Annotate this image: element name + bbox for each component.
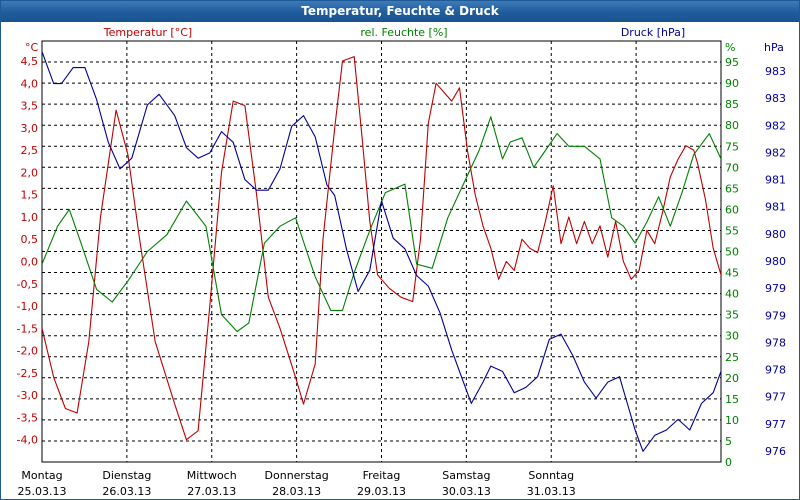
day-label: Montag — [21, 469, 62, 482]
pressure-tick-label: 982 — [765, 146, 786, 159]
date-label: 28.03.13 — [272, 485, 321, 498]
day-label: Sonntag — [528, 469, 574, 482]
day-label: Donnerstag — [265, 469, 329, 482]
pressure-tick-label: 976 — [765, 445, 786, 458]
temperature-tick-label: 4,5 — [21, 55, 39, 68]
humidity-tick-label: 50 — [725, 246, 739, 259]
temperature-tick-label: 1,0 — [21, 211, 39, 224]
date-label: 27.03.13 — [187, 485, 236, 498]
humidity-tick-label: 70 — [725, 161, 739, 174]
day-label: Mittwoch — [187, 469, 237, 482]
date-label: 26.03.13 — [102, 485, 151, 498]
humidity-tick-label: 55 — [725, 224, 739, 237]
pressure-tick-label: 977 — [765, 418, 786, 431]
day-label: Samstag — [442, 469, 490, 482]
humidity-axis-unit: % — [725, 41, 735, 54]
humidity-tick-label: 0 — [725, 456, 732, 469]
temperature-tick-label: 1,5 — [21, 189, 39, 202]
pressure-tick-label: 979 — [765, 309, 786, 322]
day-label: Dienstag — [102, 469, 151, 482]
date-label: 30.03.13 — [442, 485, 491, 498]
humidity-tick-label: 65 — [725, 182, 739, 195]
pressure-tick-label: 978 — [765, 336, 786, 349]
chart-plot: °C4,5 4,0 3,5 3,0 2,5 2,0 1,5 1,0 0,5 0,0 -0,5 -1,0… — [17, 26, 786, 498]
temperature-tick-label: 2,0 — [21, 166, 39, 179]
humidity-tick-label: 10 — [725, 414, 739, 427]
temperature-tick-label: -4,0 — [17, 434, 38, 447]
humidity-tick-label: 90 — [725, 77, 739, 90]
legend-entry: Druck [hPa] — [621, 26, 685, 39]
humidity-tick-label: 85 — [725, 98, 739, 111]
legend-entry: Temperatur [°C] — [103, 26, 192, 39]
humidity-tick-label: 80 — [725, 119, 739, 132]
humidity-tick-label: 15 — [725, 393, 739, 406]
temperature-axis-unit: °C — [25, 41, 39, 54]
humidity-tick-label: 60 — [725, 203, 739, 216]
date-label: 31.03.13 — [527, 485, 576, 498]
humidity-tick-label: 45 — [725, 267, 739, 280]
pressure-tick-label: 983 — [765, 92, 786, 105]
humidity-tick-label: 95 — [725, 56, 739, 69]
chart-window: Temperatur, Feuchte & Druck °C 4,5 4,0 3,5 3… — [0, 0, 800, 500]
date-label: 29.03.13 — [357, 485, 406, 498]
temperature-tick-label: 2,5 — [21, 144, 39, 157]
pressure-tick-label: 983 — [765, 65, 786, 78]
humidity-tick-label: 25 — [725, 351, 739, 364]
pressure-axis-unit: hPa — [764, 41, 784, 54]
temperature-tick-label: 3,5 — [21, 100, 39, 113]
temperature-tick-label: -1,0 — [17, 300, 38, 313]
temperature-tick-label: 3,0 — [21, 122, 39, 135]
temperature-tick-label: -3,0 — [17, 389, 38, 402]
temperature-tick-label: -2,0 — [17, 345, 38, 358]
humidity-tick-label: 30 — [725, 330, 739, 343]
pressure-tick-label: 978 — [765, 364, 786, 377]
pressure-tick-label: 981 — [765, 201, 786, 214]
temperature-tick-label: -2,5 — [17, 367, 38, 380]
temperature-tick-label: -1,5 — [17, 322, 38, 335]
pressure-tick-label: 977 — [765, 391, 786, 404]
temperature-tick-label: -0,5 — [17, 278, 38, 291]
legend-entry: rel. Feuchte [%] — [360, 26, 447, 39]
pressure-tick-label: 980 — [765, 255, 786, 268]
temperature-tick-label: 4,0 — [21, 77, 39, 90]
humidity-tick-label: 75 — [725, 140, 739, 153]
date-label: 25.03.13 — [18, 485, 67, 498]
temperature-tick-label: 0,5 — [21, 233, 39, 246]
humidity-tick-label: 20 — [725, 372, 739, 385]
pressure-tick-label: 981 — [765, 174, 786, 187]
day-label: Freitag — [363, 469, 401, 482]
temperature-tick-label: 0,0 — [21, 256, 39, 269]
pressure-tick-label: 980 — [765, 228, 786, 241]
humidity-tick-label: 40 — [725, 288, 739, 301]
pressure-tick-label: 982 — [765, 119, 786, 132]
temperature-tick-label: -3,5 — [17, 411, 38, 424]
humidity-tick-label: 5 — [725, 435, 732, 448]
humidity-tick-label: 35 — [725, 309, 739, 322]
pressure-tick-label: 979 — [765, 282, 786, 295]
